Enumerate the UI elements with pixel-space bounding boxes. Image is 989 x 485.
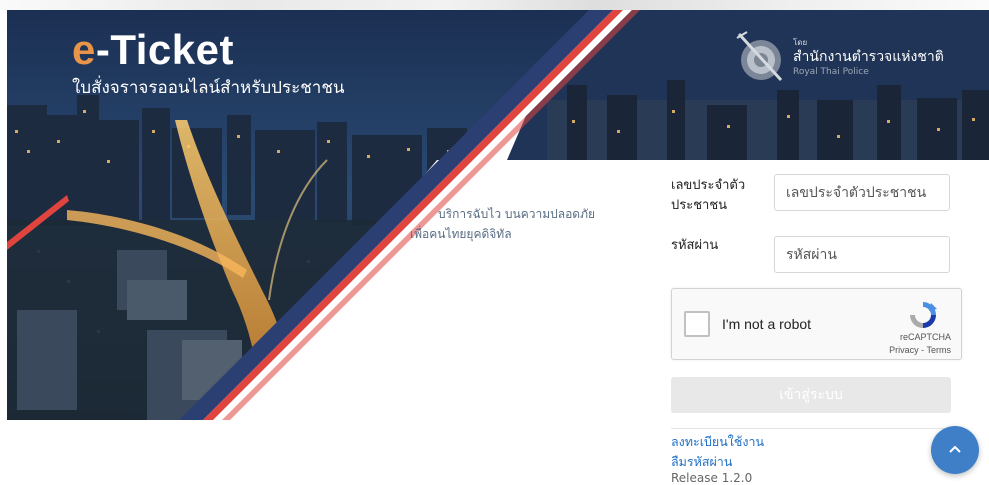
password-input[interactable] bbox=[774, 236, 950, 273]
tagline-line-1: บริการฉับไว บนความปลอดภัย bbox=[438, 207, 596, 221]
register-link[interactable]: ลงทะเบียนใช้งาน bbox=[671, 432, 764, 452]
recaptcha-brand: reCAPTCHA bbox=[899, 332, 951, 342]
app-title-rest: -Ticket bbox=[95, 26, 234, 73]
app-title: e-Ticket bbox=[72, 26, 344, 74]
police-name-en: Royal Thai Police bbox=[793, 67, 869, 77]
recaptcha-logo-icon bbox=[910, 302, 937, 328]
login-button[interactable]: เข้าสู่ระบบ bbox=[671, 377, 951, 413]
recaptcha-label: I'm not a robot bbox=[722, 316, 812, 332]
form-divider bbox=[671, 428, 951, 429]
forgot-password-link[interactable]: ลืมรหัสผ่าน bbox=[671, 452, 732, 472]
id-label-line-2: ประชาชน bbox=[671, 198, 728, 213]
scroll-to-top-button[interactable] bbox=[931, 426, 979, 474]
top-banner-strip bbox=[0, 0, 989, 10]
recaptcha-checkbox[interactable] bbox=[684, 311, 710, 337]
recaptcha-privacy-link[interactable]: Privacy bbox=[889, 345, 919, 355]
tagline-line-2: เพื่อคนไทยยุคดิจิทัล bbox=[410, 227, 512, 241]
police-seal-icon bbox=[736, 31, 783, 82]
app-title-e: e bbox=[72, 26, 96, 73]
recaptcha-terms-link[interactable]: Terms bbox=[927, 345, 952, 355]
release-version: Release 1.2.0 bbox=[671, 471, 753, 485]
recaptcha-widget: I'm not a robot reCAPTCHA Privacy - Term… bbox=[671, 288, 962, 360]
chevron-up-icon bbox=[949, 445, 961, 453]
police-prefix: โดย bbox=[793, 38, 808, 47]
police-logo-block: โดย สำนักงานตำรวจแห่งชาติ Royal Thai Pol… bbox=[733, 30, 944, 86]
tagline: บริการฉับไว บนความปลอดภัย เพื่อคนไทยยุคด… bbox=[410, 204, 595, 244]
recaptcha-link-separator: - bbox=[918, 345, 927, 355]
recaptcha-links: Privacy - Terms bbox=[889, 345, 951, 355]
id-label-line-1: เลขประจำตัว bbox=[671, 178, 746, 193]
brand-block: e-Ticket ใบสั่งจราจรออนไลน์สำหรับประชาชน bbox=[72, 26, 344, 101]
police-name-th: สำนักงานตำรวจแห่งชาติ bbox=[793, 49, 944, 65]
password-label: รหัสผ่าน bbox=[671, 238, 719, 253]
app-subtitle: ใบสั่งจราจรออนไลน์สำหรับประชาชน bbox=[72, 78, 345, 98]
citizen-id-input[interactable] bbox=[774, 174, 950, 211]
id-label: เลขประจำตัว ประชาชน bbox=[671, 176, 745, 216]
